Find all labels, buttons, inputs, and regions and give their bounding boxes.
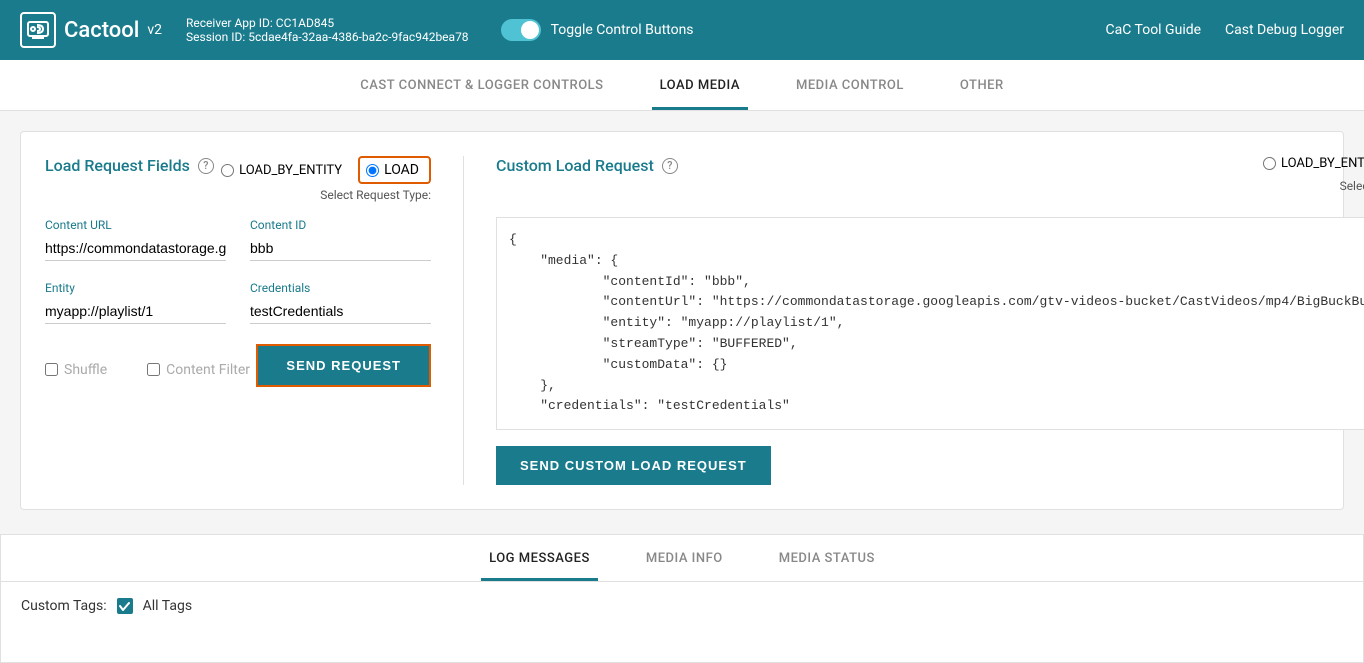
content-filter-checkbox-label[interactable]: Content Filter bbox=[147, 362, 250, 378]
content-id-field: Content ID bbox=[250, 218, 431, 261]
bottom-content: Custom Tags: All Tags bbox=[1, 582, 1363, 662]
tab-media-status[interactable]: MEDIA STATUS bbox=[771, 535, 883, 581]
radio-load[interactable] bbox=[366, 164, 379, 177]
toggle-knob bbox=[521, 21, 539, 39]
content-url-input[interactable] bbox=[45, 236, 226, 261]
bottom-section: LOG MESSAGES MEDIA INFO MEDIA STATUS Cus… bbox=[0, 534, 1364, 663]
checkbox-row: Shuffle Content Filter bbox=[45, 362, 250, 378]
all-tags-checkbox[interactable] bbox=[117, 598, 133, 614]
send-custom-load-button[interactable]: SEND CUSTOM LOAD REQUEST bbox=[496, 446, 771, 485]
tab-other[interactable]: OTHER bbox=[952, 60, 1012, 110]
toggle-label: Toggle Control Buttons bbox=[551, 22, 694, 38]
tab-log-messages[interactable]: LOG MESSAGES bbox=[481, 535, 598, 581]
custom-tags-label: Custom Tags: bbox=[21, 598, 107, 614]
content-id-label: Content ID bbox=[250, 218, 431, 232]
custom-radio-load-by-entity-label[interactable]: LOAD_BY_ENTITY bbox=[1263, 156, 1364, 171]
credentials-field: Credentials bbox=[250, 281, 431, 324]
load-media-card: Load Request Fields ? LOAD_BY_ENTITY LOA… bbox=[20, 131, 1344, 510]
send-request-button[interactable]: SEND REQUEST bbox=[256, 344, 431, 387]
logo-text: Cactool bbox=[64, 18, 139, 43]
form-row-1: Content URL Content ID bbox=[45, 218, 431, 261]
content-filter-checkbox[interactable] bbox=[147, 363, 160, 376]
radio-area-left: LOAD_BY_ENTITY LOAD Select Request Type: bbox=[221, 156, 431, 218]
entity-field: Entity bbox=[45, 281, 226, 324]
logo-version: v2 bbox=[147, 22, 162, 38]
right-panel-header: Custom Load Request ? LOAD_BY_ENTITY LOA… bbox=[496, 156, 1364, 209]
entity-input[interactable] bbox=[45, 299, 226, 324]
cac-tool-guide-link[interactable]: CaC Tool Guide bbox=[1106, 22, 1202, 38]
shuffle-checkbox[interactable] bbox=[45, 363, 58, 376]
content-url-label: Content URL bbox=[45, 218, 226, 232]
panel-title: Load Request Fields ? bbox=[45, 156, 214, 175]
tab-cast-connect[interactable]: CAST CONNECT & LOGGER CONTROLS bbox=[352, 60, 611, 110]
header-links: CaC Tool Guide Cast Debug Logger bbox=[1106, 22, 1345, 38]
content-id-input[interactable] bbox=[250, 236, 431, 261]
select-request-type-label: Select Request Type: bbox=[320, 188, 431, 202]
custom-help-icon[interactable]: ? bbox=[662, 158, 678, 174]
content-url-field: Content URL bbox=[45, 218, 226, 261]
cast-debug-logger-link[interactable]: Cast Debug Logger bbox=[1225, 22, 1344, 38]
custom-select-request-type-label: Select Request Type: bbox=[1340, 179, 1364, 193]
custom-tags-row: Custom Tags: All Tags bbox=[21, 598, 1343, 614]
custom-radio-load-by-entity[interactable] bbox=[1263, 157, 1276, 170]
entity-label: Entity bbox=[45, 281, 226, 295]
custom-load-title: Custom Load Request ? bbox=[496, 156, 678, 175]
logo-icon bbox=[20, 12, 56, 48]
main-content: Load Request Fields ? LOAD_BY_ENTITY LOA… bbox=[0, 111, 1364, 530]
help-icon[interactable]: ? bbox=[198, 158, 214, 174]
session-id: Session ID: 5cdae4fa-32aa-4386-ba2c-9fac… bbox=[186, 30, 469, 44]
bottom-tabs: LOG MESSAGES MEDIA INFO MEDIA STATUS bbox=[1, 535, 1363, 582]
credentials-input[interactable] bbox=[250, 299, 431, 324]
form-row-2: Entity Credentials bbox=[45, 281, 431, 324]
right-radio-group: LOAD_BY_ENTITY LOAD Select Request Type: bbox=[1263, 156, 1364, 209]
credentials-label: Credentials bbox=[250, 281, 431, 295]
all-tags-label: All Tags bbox=[143, 598, 192, 614]
tab-media-control[interactable]: MEDIA CONTROL bbox=[788, 60, 912, 110]
header: Cactool v2 Receiver App ID: CC1AD845 Ses… bbox=[0, 0, 1364, 60]
request-type-radios: LOAD_BY_ENTITY LOAD bbox=[221, 156, 431, 184]
nav-tabs: CAST CONNECT & LOGGER CONTROLS LOAD MEDI… bbox=[0, 60, 1364, 111]
receiver-app-id: Receiver App ID: CC1AD845 bbox=[186, 16, 469, 30]
right-panel: Custom Load Request ? LOAD_BY_ENTITY LOA… bbox=[464, 156, 1364, 485]
shuffle-checkbox-label[interactable]: Shuffle bbox=[45, 362, 107, 378]
custom-request-type-radios: LOAD_BY_ENTITY LOAD bbox=[1263, 156, 1364, 171]
tab-media-info[interactable]: MEDIA INFO bbox=[638, 535, 731, 581]
toggle-area[interactable]: Toggle Control Buttons bbox=[501, 19, 694, 41]
json-editor[interactable]: { "media": { "contentId": "bbb", "conten… bbox=[496, 217, 1364, 430]
logo: Cactool v2 bbox=[20, 12, 162, 48]
toggle-switch[interactable] bbox=[501, 19, 541, 41]
radio-load-box: LOAD bbox=[358, 156, 431, 184]
radio-load-by-entity[interactable] bbox=[221, 164, 234, 177]
header-info: Receiver App ID: CC1AD845 Session ID: 5c… bbox=[186, 16, 469, 44]
left-panel: Load Request Fields ? LOAD_BY_ENTITY LOA… bbox=[45, 156, 464, 485]
radio-load-by-entity-label[interactable]: LOAD_BY_ENTITY bbox=[221, 163, 342, 178]
tab-load-media[interactable]: LOAD MEDIA bbox=[652, 60, 748, 110]
